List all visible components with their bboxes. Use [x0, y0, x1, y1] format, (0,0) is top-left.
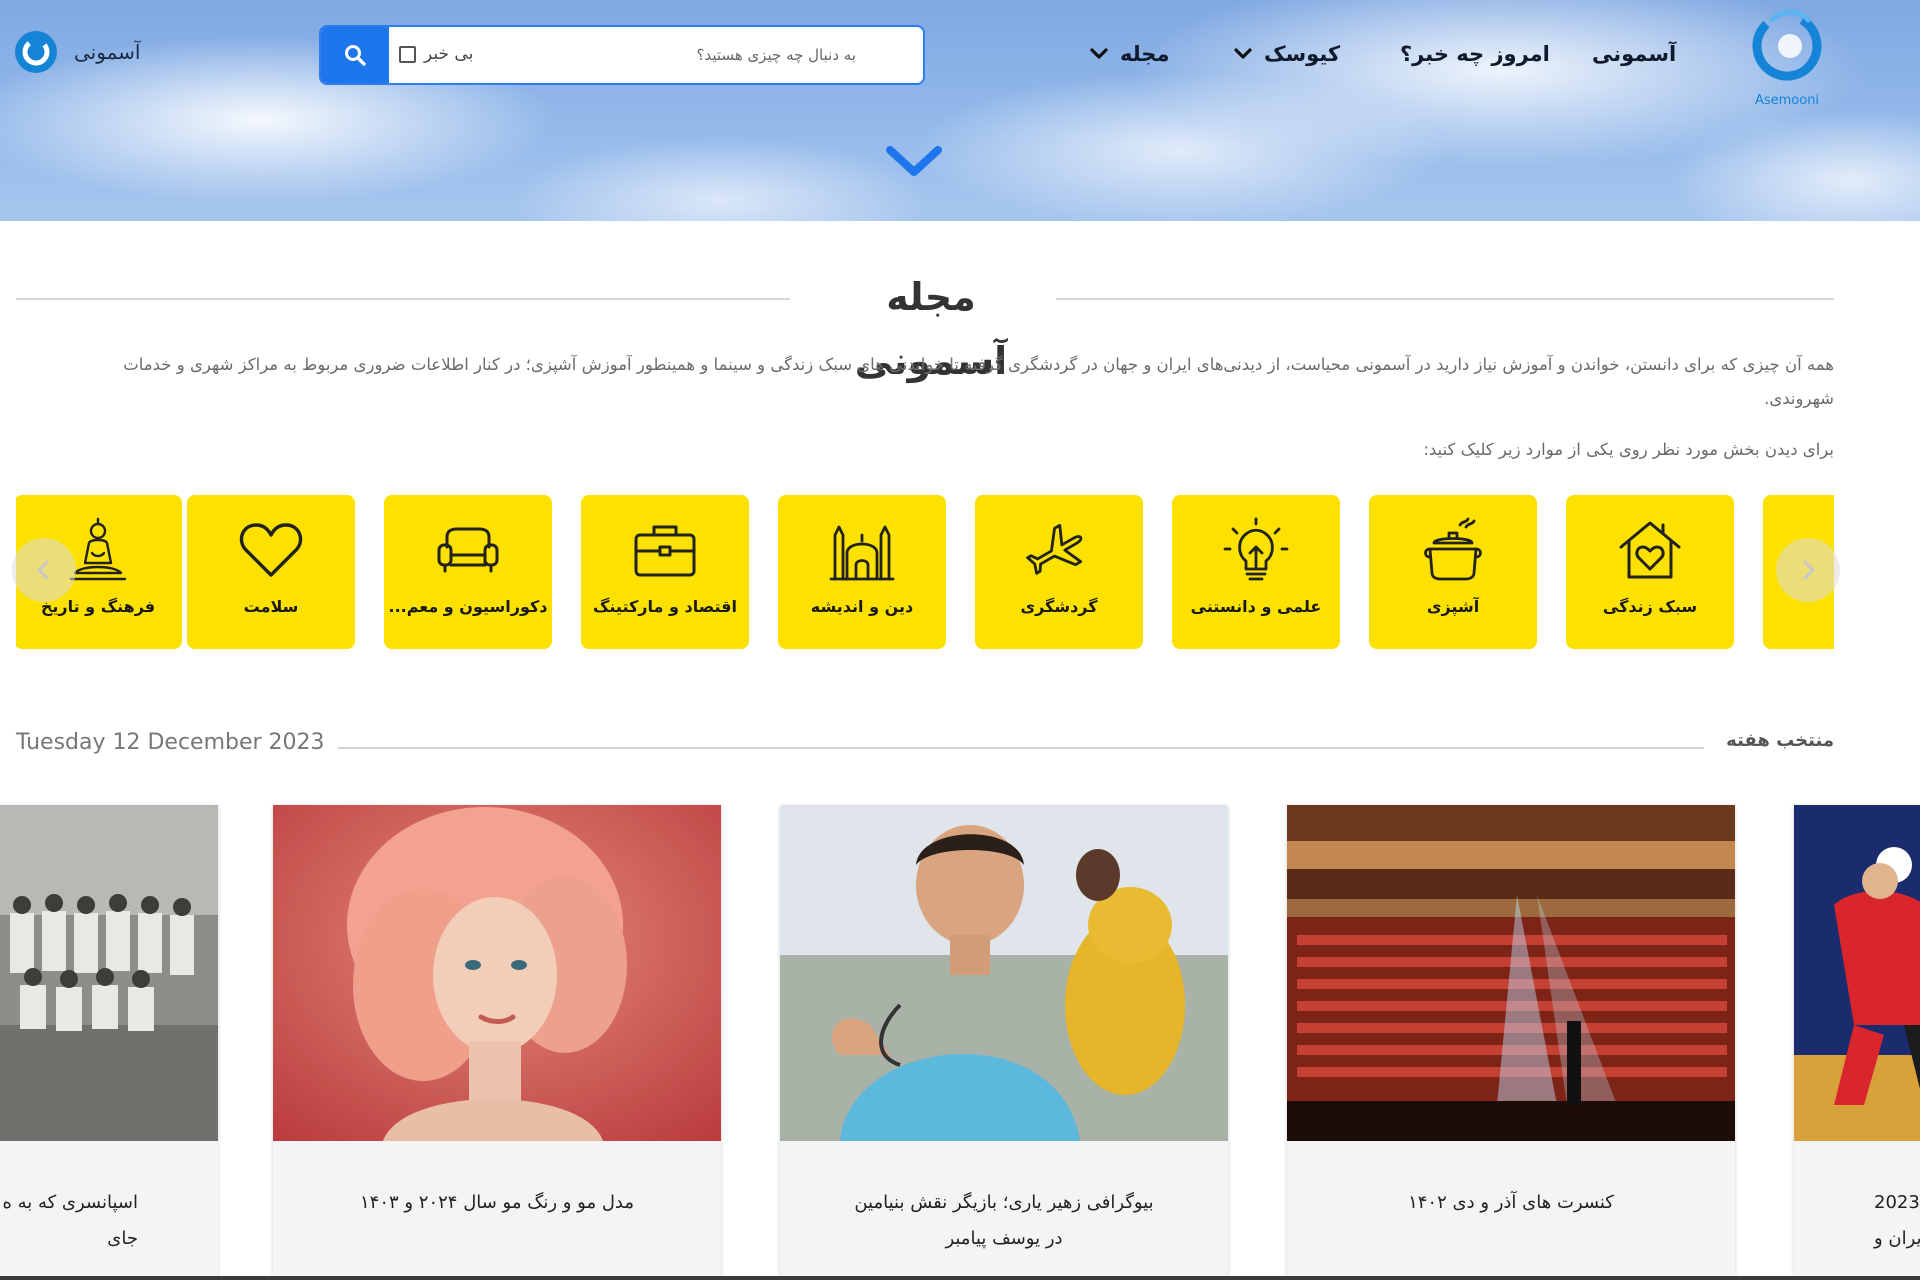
chevron-right-icon	[1803, 560, 1815, 580]
nav-label: امروز چه خبر؟	[1400, 42, 1550, 66]
no-news-checkbox[interactable]	[399, 45, 416, 63]
nav-item-asemooni[interactable]: آسمونی	[1592, 40, 1676, 68]
article-title: 2023 ه ایران و	[1874, 1192, 1920, 1249]
nav-item-today-news[interactable]: امروز چه خبر؟	[1400, 40, 1550, 68]
category-label: سلامت	[243, 597, 299, 616]
category-religion-thought[interactable]: دین و اندیشه	[778, 495, 946, 649]
heart-icon	[239, 523, 303, 577]
nav-item-magazine[interactable]: مجله	[1088, 40, 1169, 68]
concert-hall-image	[1287, 805, 1735, 1141]
article-card[interactable]: بیوگرافی زهیر یاری؛ بازیگر نقش بنیامین د…	[780, 805, 1228, 1280]
article-title: اسپانسری که به ه جای	[2, 1192, 138, 1249]
category-label: اقتصاد و مارکتینگ	[593, 597, 737, 616]
article-card[interactable]: اسپانسری که به ه جای	[0, 805, 218, 1280]
category-label: دین و اندیشه	[810, 597, 914, 616]
sofa-icon	[437, 527, 499, 573]
category-health[interactable]: سلامت	[187, 495, 355, 649]
site-header: Asemooni آسمونی امروز چه خبر؟ کیوسک مجله	[0, 0, 1920, 221]
magazine-intro: همه آن چیزی که برای دانستن، خواندن و آمو…	[123, 355, 1834, 408]
nav-label: آسمونی	[1592, 42, 1677, 66]
mini-brand-label: آسمونی	[74, 40, 141, 64]
divider-line	[16, 298, 790, 300]
current-date: Tuesday 12 December 2023	[16, 730, 325, 755]
nav-item-kiosk[interactable]: کیوسک	[1232, 40, 1340, 68]
search-bar: بی خبر	[319, 25, 925, 85]
search-icon	[345, 45, 366, 66]
chevron-down-icon	[1234, 48, 1252, 59]
divider-line	[338, 747, 1704, 749]
category-carousel: فرهنگ و تاریخ سلامت دکوراسیون و معم... ا…	[16, 495, 1834, 649]
category-cooking[interactable]: آشپزی	[1369, 495, 1537, 649]
section-title: منتخب هفته	[1726, 730, 1834, 751]
category-label: آشپزی	[1426, 597, 1480, 616]
home-heart-icon	[1619, 521, 1681, 579]
nav-label: کیوسک	[1264, 42, 1341, 66]
scroll-down-chevron-icon[interactable]	[884, 142, 944, 182]
category-science[interactable]: علمی و دانستنی	[1172, 495, 1340, 649]
handball-player-image	[1794, 805, 1920, 1141]
carousel-prev-button[interactable]	[12, 538, 76, 602]
vintage-team-photo	[0, 805, 218, 1141]
nav-label: مجله	[1120, 42, 1170, 66]
category-label: فرهنگ و تاریخ	[40, 597, 156, 616]
article-title: بیوگرافی زهیر یاری؛ بازیگر نقش بنیامین د…	[854, 1192, 1154, 1249]
airplane-icon	[1026, 523, 1083, 575]
chevron-down-icon	[1090, 48, 1108, 59]
magazine-title-row: مجله آسمونی	[16, 265, 1834, 383]
week-picks-header: Tuesday 12 December 2023 منتخب هفته	[16, 726, 1834, 762]
cooking-pot-icon	[1424, 517, 1482, 581]
category-economy-marketing[interactable]: اقتصاد و مارکتینگ	[581, 495, 749, 649]
article-card[interactable]: مدل مو و رنگ مو سال ۲۰۲۴ و ۱۴۰۳	[273, 805, 721, 1280]
search-button[interactable]	[321, 27, 389, 83]
page: Asemooni آسمونی امروز چه خبر؟ کیوسک مجله	[0, 0, 1920, 1280]
briefcase-icon	[634, 525, 696, 577]
bottom-border	[0, 1276, 1920, 1280]
mini-brand[interactable]: آسمونی	[14, 30, 140, 74]
category-label: دکوراسیون و معم...	[388, 597, 548, 616]
article-card[interactable]: 2023 ه ایران و	[1794, 805, 1920, 1280]
portrait-pink-curly-hair-image	[273, 805, 721, 1141]
category-tourism[interactable]: گردشگری	[975, 495, 1143, 649]
category-label: علمی و دانستنی	[1190, 597, 1322, 616]
page-title: مجله آسمونی	[854, 275, 1008, 383]
asemooni-logo[interactable]: Asemooni	[1742, 6, 1832, 110]
lightbulb-icon	[1223, 517, 1289, 581]
divider-line	[1056, 298, 1834, 300]
category-label: گردشگری	[1020, 597, 1098, 616]
article-card[interactable]: کنسرت های آذر و دی ۱۴۰۲	[1287, 805, 1735, 1280]
article-title: کنسرت های آذر و دی ۱۴۰۲	[1408, 1192, 1614, 1213]
chevron-left-icon	[37, 560, 49, 580]
search-input[interactable]	[441, 35, 856, 75]
mosque-icon	[829, 525, 895, 581]
category-label: سبک زندگی	[1602, 597, 1698, 616]
man-blue-tshirt-image	[780, 805, 1228, 1141]
carousel-next-button[interactable]	[1776, 538, 1840, 602]
article-title: مدل مو و رنگ مو سال ۲۰۲۴ و ۱۴۰۳	[359, 1192, 634, 1213]
category-decoration[interactable]: دکوراسیون و معم...	[384, 495, 552, 649]
category-hint: برای دیدن بخش مورد نظر روی یکی از موارد …	[1423, 440, 1834, 459]
brand-name-latin: Asemooni	[1755, 93, 1819, 108]
asemooni-small-logo-icon	[15, 31, 57, 73]
category-lifestyle[interactable]: سبک زندگی	[1566, 495, 1734, 649]
